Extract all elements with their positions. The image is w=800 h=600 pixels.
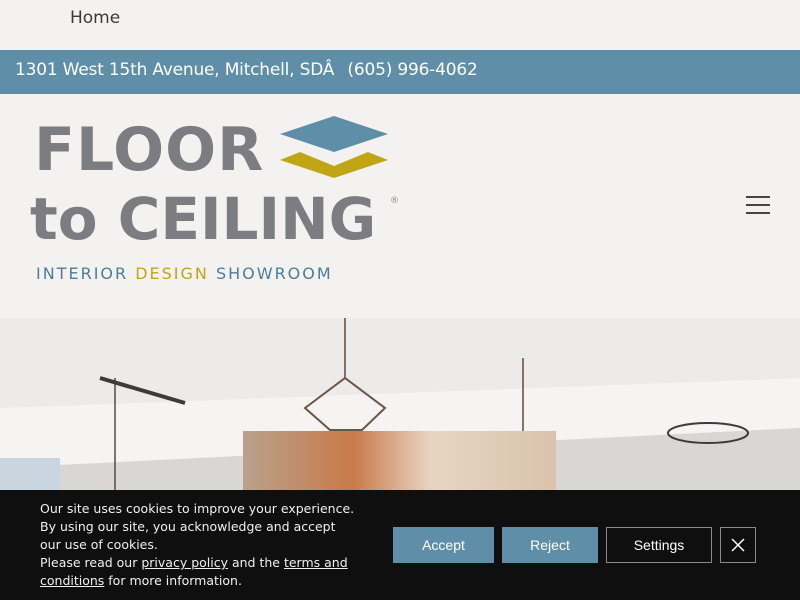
tagline-interior: INTERIOR — [36, 264, 136, 283]
logo-word-to-ceiling: to CEILING — [30, 185, 377, 253]
cookie-banner: Our site uses cookies to improve your ex… — [0, 490, 800, 600]
logo-word-floor: FLOOR — [34, 115, 265, 185]
logo-diamond-icon — [280, 116, 388, 178]
site-header: FLOOR to CEILING ® INTERIOR DESIGN SHOWR… — [0, 94, 800, 318]
address-text: 1301 West 15th Avenue, Mitchell, SDÂ — [15, 60, 340, 80]
privacy-policy-link[interactable]: privacy policy — [141, 555, 228, 570]
accept-button[interactable]: Accept — [393, 527, 494, 563]
hamburger-menu-icon[interactable] — [746, 196, 770, 216]
contact-line: 1301 West 15th Avenue, Mitchell, SDÂ (60… — [15, 60, 478, 80]
cookie-text-read: Please read our — [40, 555, 142, 570]
tagline-design: DESIGN — [135, 264, 209, 283]
cookie-message: Our site uses cookies to improve your ex… — [40, 500, 360, 590]
cookie-text-intro: Our site uses cookies to improve your ex… — [40, 501, 355, 552]
site-logo[interactable]: FLOOR to CEILING ® INTERIOR DESIGN SHOWR… — [28, 116, 408, 286]
close-icon[interactable] — [720, 527, 756, 563]
phone-link[interactable]: (605) 996-4062 — [347, 60, 477, 80]
cookie-text-and: and the — [228, 555, 284, 570]
top-nav: Home — [0, 0, 800, 50]
tagline-showroom: SHOWROOM — [208, 264, 333, 283]
logo-tagline: INTERIOR DESIGN SHOWROOM — [36, 264, 333, 283]
cookie-text-after: for more information. — [104, 573, 242, 588]
settings-button[interactable]: Settings — [606, 527, 712, 563]
contact-info-bar: 1301 West 15th Avenue, Mitchell, SDÂ (60… — [0, 50, 800, 94]
reject-button[interactable]: Reject — [502, 527, 598, 563]
nav-home-link[interactable]: Home — [70, 8, 120, 28]
registered-mark: ® — [390, 196, 399, 206]
